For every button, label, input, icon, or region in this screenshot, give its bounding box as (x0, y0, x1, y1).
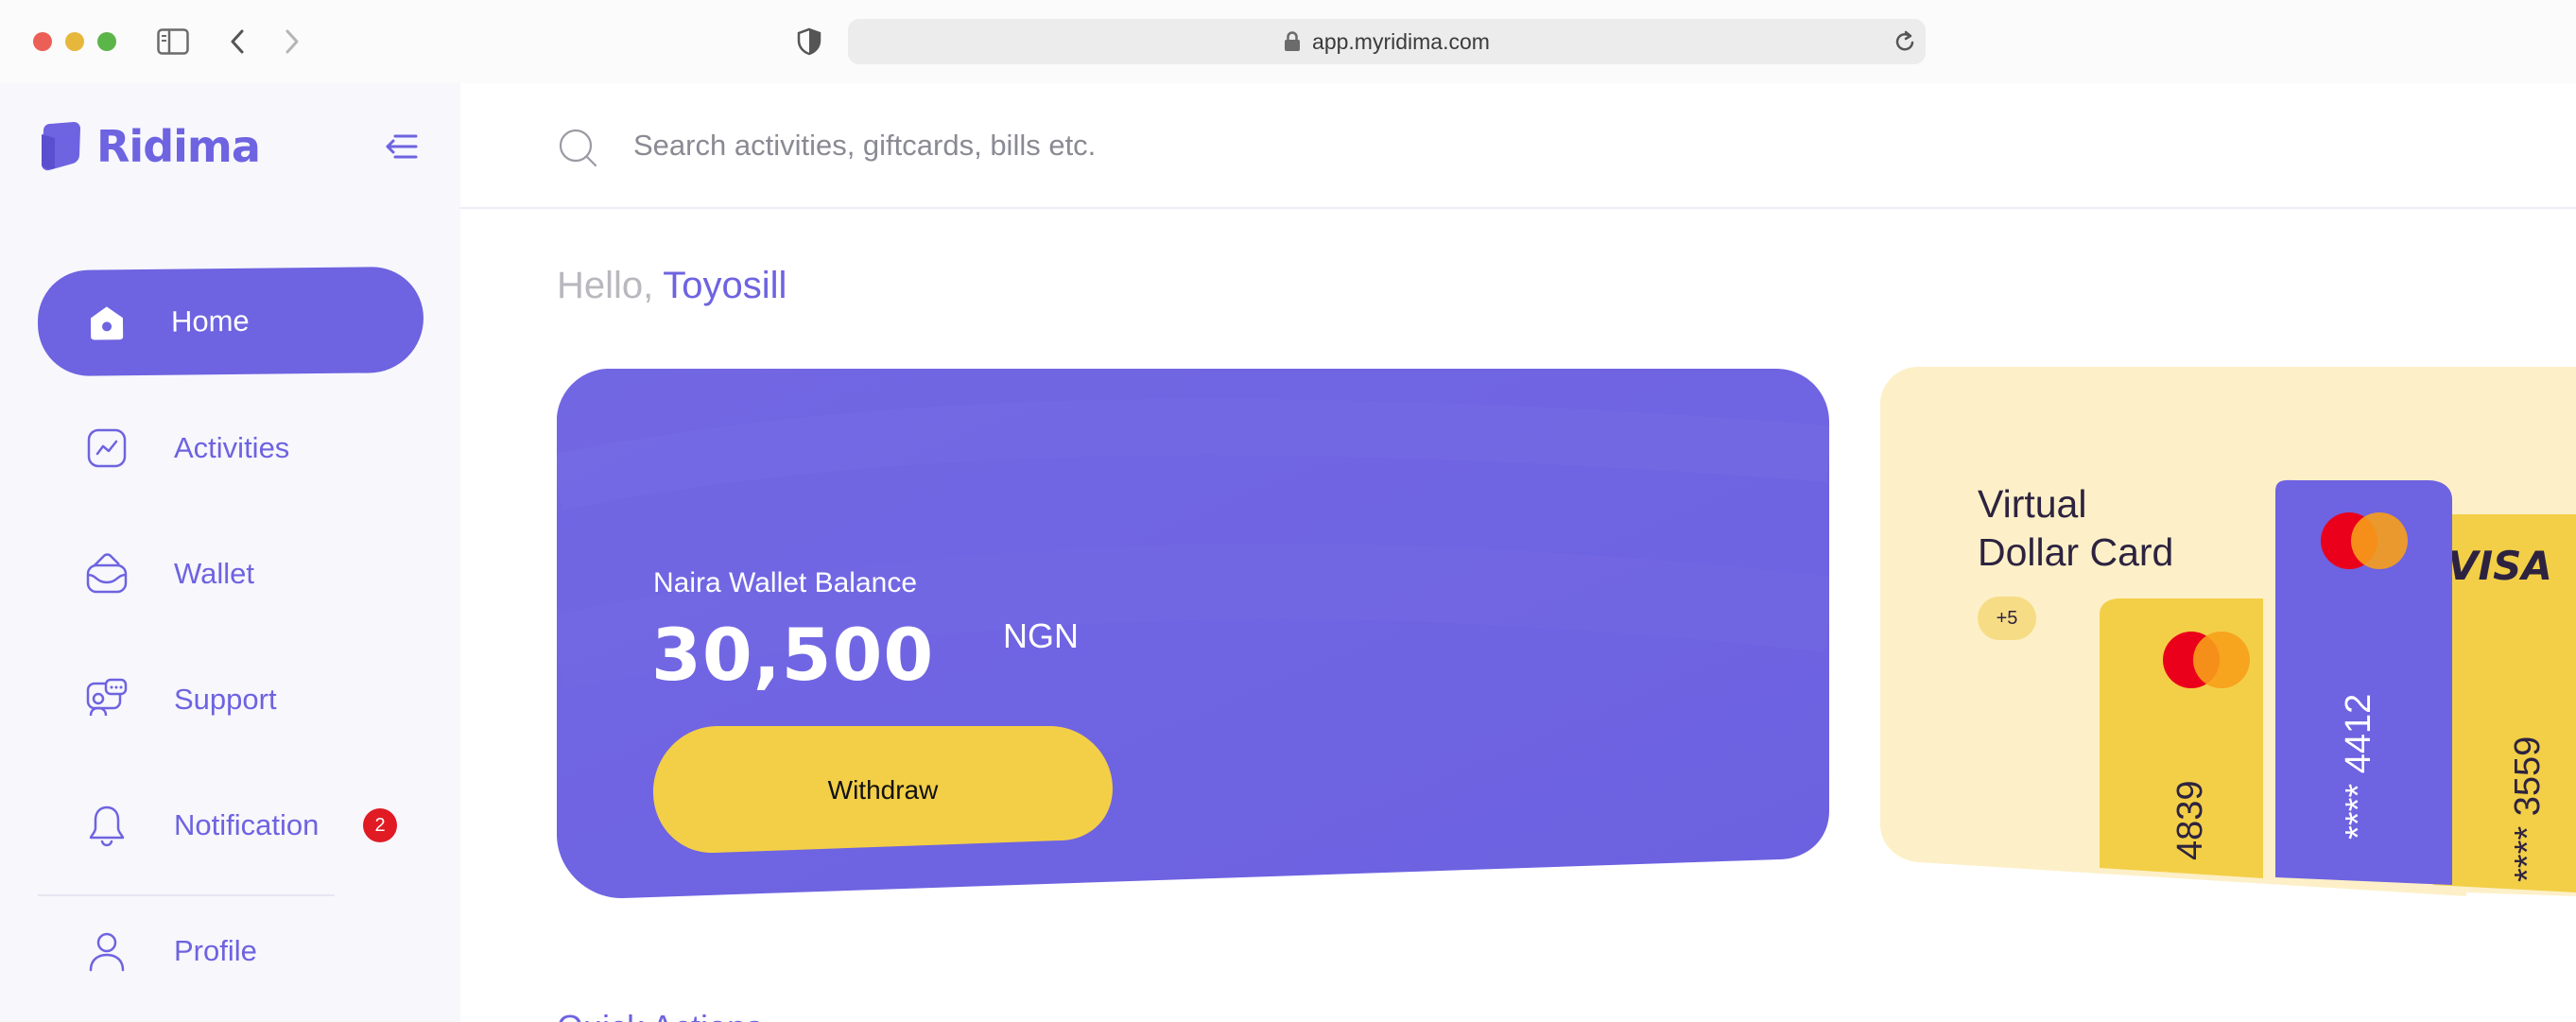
browser-toolbar: app.myridima.com (0, 0, 2576, 83)
withdraw-button[interactable]: Withdraw (653, 726, 1113, 855)
back-arrow-icon[interactable] (223, 21, 251, 62)
reload-icon[interactable] (1893, 29, 1916, 54)
address-bar[interactable]: app.myridima.com (848, 19, 1926, 64)
bell-icon (85, 804, 129, 847)
home-icon (85, 301, 129, 344)
card-number: **** 4412 (2339, 694, 2378, 840)
brand-name: Ridima (96, 121, 261, 172)
wallet-title: Naira Wallet Balance (653, 567, 918, 598)
user-name: Toyosill (663, 265, 787, 306)
sidebar-item-label: Wallet (174, 557, 254, 590)
wallet-icon (85, 552, 129, 596)
card-number: **** 3559 (2508, 736, 2548, 882)
sidebar-item-notification[interactable]: Notification 2 (38, 772, 424, 878)
activity-chart-icon (85, 426, 129, 470)
main-content: Hello,Toyosill Naira Wallet Balance 30,5… (460, 83, 2576, 1022)
sidebar-item-home[interactable]: Home (37, 266, 424, 377)
url-text: app.myridima.com (1312, 28, 1490, 54)
quick-actions-title: Quick Actions (557, 1008, 763, 1022)
sidebar-divider (38, 894, 335, 896)
search-icon[interactable] (557, 127, 598, 168)
sidebar-item-profile[interactable]: Profile (38, 898, 424, 1004)
wallet-currency: NGN (1003, 616, 1079, 655)
search-input[interactable] (633, 119, 1768, 172)
card-4412[interactable]: **** 4412 (2275, 479, 2452, 885)
sidebar-item-label: Support (174, 683, 277, 716)
wallet-balance: 30,500 (651, 613, 935, 697)
wallet-content: Naira Wallet Balance 30,500 NGN Withdraw (557, 369, 1829, 898)
virtual-card-title-line1: Virtual (1978, 482, 2087, 526)
virtual-card-title: Virtual Dollar Card (1978, 480, 2173, 577)
sidebar-toggle-icon[interactable] (156, 21, 190, 62)
visa-logo: VISA (2447, 543, 2552, 589)
lock-icon (1285, 31, 1301, 51)
sidebar-item-wallet[interactable]: Wallet (38, 521, 424, 627)
window-zoom-button[interactable] (97, 32, 116, 51)
greeting-hello: Hello, (557, 265, 654, 306)
sidebar-item-label: Profile (174, 934, 257, 967)
ridima-logo-icon (42, 122, 80, 171)
brand[interactable]: Ridima (38, 121, 261, 172)
collapse-sidebar-icon[interactable] (384, 129, 420, 165)
virtual-card-title-line2: Dollar Card (1978, 530, 2174, 574)
card-visa-3559[interactable]: VISA **** 3559 (2433, 514, 2576, 892)
sidebar-item-label: Notification (174, 808, 320, 841)
user-icon (85, 929, 129, 973)
card-4839[interactable]: 4839 (2100, 598, 2263, 878)
window-close-button[interactable] (33, 32, 52, 51)
support-chat-icon (85, 678, 129, 721)
forward-arrow-icon[interactable] (278, 21, 306, 62)
sidebar-item-support[interactable]: Support (38, 647, 424, 753)
greeting: Hello, Toyosill (557, 265, 787, 307)
more-cards-badge[interactable]: +5 (1978, 597, 2036, 640)
window-minimize-button[interactable] (65, 32, 84, 51)
notification-count-badge: 2 (363, 808, 397, 842)
privacy-shield-icon[interactable] (796, 27, 822, 56)
sidebar-item-activities[interactable]: Activities (38, 395, 424, 501)
card-number: 4839 (2170, 780, 2210, 860)
sidebar-item-label: Activities (174, 431, 290, 464)
withdraw-label: Withdraw (827, 775, 939, 805)
sidebar: Ridima Home Activities Wallet Support No… (0, 83, 460, 1022)
sidebar-item-label: Home (170, 303, 250, 338)
search-bar (460, 83, 2576, 209)
